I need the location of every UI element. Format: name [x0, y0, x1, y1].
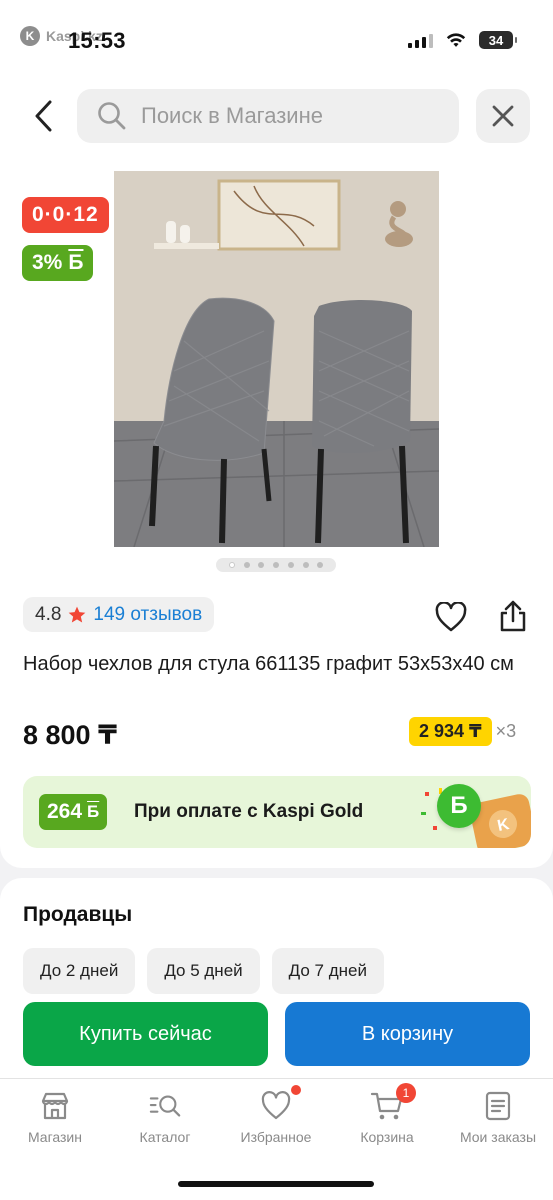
bonus-b-icon: Б	[68, 251, 84, 274]
chevron-left-icon	[35, 100, 52, 132]
buy-now-button[interactable]: Купить сейчас	[23, 1002, 268, 1066]
close-button[interactable]	[476, 89, 530, 143]
tab-my-orders[interactable]: Мои заказы	[443, 1089, 553, 1145]
bonus-percent: 3%	[32, 251, 63, 274]
status-time: 15:53	[68, 28, 126, 53]
installment-badge[interactable]: 2 934 ₸ ×3	[409, 717, 516, 746]
gallery-pagination[interactable]	[216, 558, 336, 572]
gallery-dot[interactable]	[258, 562, 265, 568]
search-input[interactable]	[141, 103, 431, 129]
kaspi-logo-icon: K	[20, 26, 40, 46]
search-bar[interactable]	[77, 89, 459, 143]
gallery-dot[interactable]	[317, 562, 324, 568]
installment-amount: 2 934 ₸	[409, 717, 492, 746]
close-icon	[492, 105, 514, 127]
tab-store[interactable]: Магазин	[0, 1089, 110, 1145]
gallery-dot[interactable]	[287, 562, 294, 568]
tab-label: Магазин	[27, 1129, 82, 1145]
chair-covers-photo	[114, 171, 439, 547]
kaspi-gold-bonus-amount: 264	[47, 800, 83, 823]
search-icon	[98, 102, 126, 130]
bonus-coin-icon: Б	[437, 784, 481, 828]
delivery-filter-chip[interactable]: До 5 дней	[147, 948, 260, 994]
sale-timer-badge: 0·0·12	[22, 197, 109, 233]
product-title: Набор чехлов для стула 661135 графит 53x…	[23, 653, 514, 675]
heart-icon	[259, 1085, 301, 1123]
add-to-favorites-button[interactable]	[432, 598, 470, 636]
status-bar: K Kaspi.kz 15:53 34	[0, 0, 553, 80]
battery-level: 34	[488, 32, 504, 48]
cellular-signal-icon	[408, 32, 433, 48]
product-image[interactable]	[114, 171, 439, 547]
back-button[interactable]	[26, 96, 62, 136]
share-button[interactable]	[494, 596, 532, 636]
tab-label: Каталог	[139, 1129, 191, 1145]
cart-count-badge: 1	[396, 1083, 416, 1103]
tab-favorites[interactable]: Избранное	[221, 1085, 331, 1145]
wifi-icon	[446, 33, 466, 47]
catalog-search-icon	[148, 1089, 182, 1123]
heart-outline-icon	[435, 602, 467, 632]
kaspi-gold-banner[interactable]: 264 Б При оплате с Kaspi Gold K Б	[23, 776, 531, 848]
gallery-dot[interactable]	[228, 562, 235, 568]
home-indicator[interactable]	[178, 1181, 374, 1187]
tab-label: Избранное	[240, 1129, 312, 1145]
tab-cart[interactable]: 1 Корзина	[332, 1083, 442, 1145]
favorites-notification-dot	[291, 1085, 301, 1095]
gallery-dot[interactable]	[243, 562, 250, 568]
kaspi-gold-text: При оплате с Kaspi Gold	[134, 801, 364, 822]
status-indicators: 34	[408, 31, 517, 49]
add-to-cart-button[interactable]: В корзину	[285, 1002, 530, 1066]
delivery-filter-chip[interactable]: До 2 дней	[23, 948, 136, 994]
store-icon	[38, 1089, 72, 1123]
tab-catalog[interactable]: Каталог	[110, 1089, 220, 1145]
installment-multiplier: ×3	[495, 721, 517, 741]
tab-label: Мои заказы	[459, 1129, 537, 1145]
battery-icon: 34	[479, 31, 517, 49]
tab-label: Корзина	[360, 1129, 414, 1145]
sellers-title: Продавцы	[23, 903, 133, 926]
gallery-dot[interactable]	[302, 562, 309, 568]
bonus-b-icon: Б	[87, 802, 100, 821]
delivery-filter-chip[interactable]: До 7 дней	[271, 948, 384, 994]
gallery-dot[interactable]	[273, 562, 279, 568]
delivery-filter-chips: До 2 дней До 5 дней До 7 дней	[23, 948, 384, 994]
share-icon	[500, 600, 526, 632]
rating-reviews-pill[interactable]: 4.8 149 отзывов	[23, 597, 215, 632]
star-icon	[69, 606, 86, 622]
kaspi-gold-bonus-badge: 264 Б	[39, 794, 108, 830]
reviews-link[interactable]: 149 отзывов	[93, 604, 202, 626]
cart-icon: 1	[370, 1083, 416, 1123]
orders-icon	[481, 1089, 515, 1123]
bonus-percent-badge: 3% Б	[22, 245, 94, 281]
product-price: 8 800 ₸	[23, 720, 117, 750]
rating-value: 4.8	[35, 603, 62, 625]
